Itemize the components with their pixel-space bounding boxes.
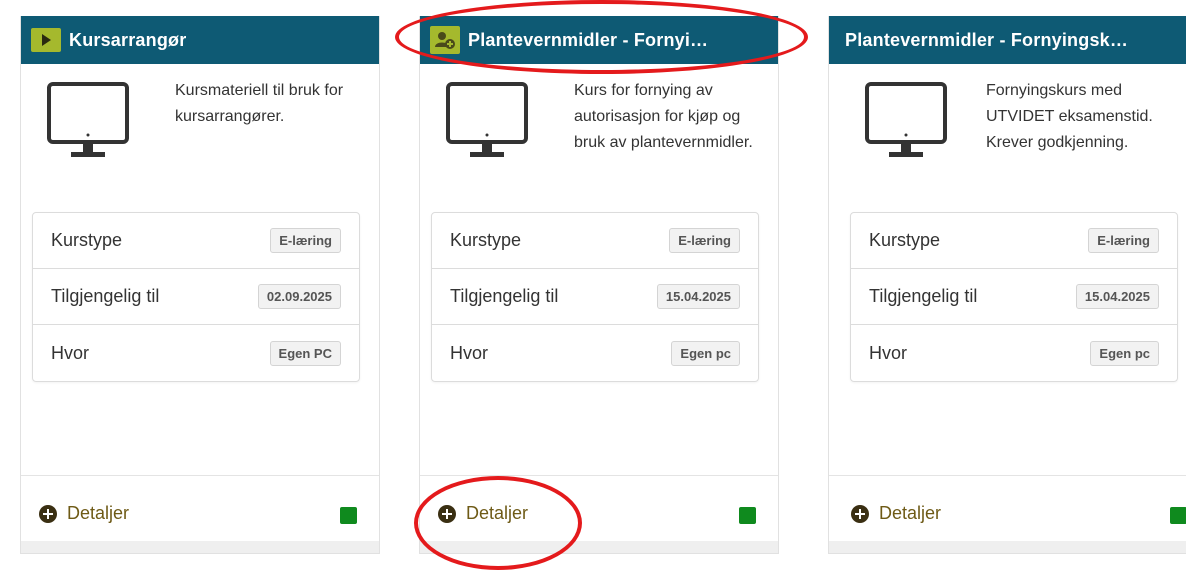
plus-circle-icon (851, 504, 869, 523)
info-label: Tilgjengelig til (450, 286, 559, 306)
info-label: Hvor (51, 342, 90, 363)
card-description: Kursmateriell til bruk for kursarrangøre… (175, 82, 344, 125)
details-label[interactable]: Detaljer (879, 503, 941, 524)
card-description: Fornyingskurs med UTVIDET eksamenstid. K… (986, 82, 1153, 151)
details-label[interactable]: Detaljer (466, 503, 528, 524)
course-card-3: Plantevernmidler - Fornyingsk… Fornyings… (828, 16, 1186, 554)
card-divider (420, 475, 778, 476)
info-badge: E-læring (1088, 228, 1159, 253)
info-panel: Kurstype E-læring Tilgjengelig til 15.04… (850, 212, 1178, 382)
info-row-tilgjengelig: Tilgjengelig til 02.09.2025 (33, 269, 359, 325)
info-row-hvor: Hvor Egen pc (432, 325, 758, 381)
info-badge: 15.04.2025 (1075, 284, 1159, 309)
info-badge: 02.09.2025 (257, 284, 341, 309)
details-link[interactable]: Detaljer (39, 503, 129, 524)
info-row-tilgjengelig: Tilgjengelig til 15.04.2025 (432, 269, 758, 325)
info-badge: E-læring (669, 228, 740, 253)
info-row-kurstype: Kurstype E-læring (432, 213, 758, 269)
card-bottom-bar (420, 541, 778, 553)
card-header[interactable]: Plantevernmidler - Fornyi… (420, 16, 778, 64)
play-badge-icon (31, 28, 61, 52)
card-header[interactable]: Kursarrangør (21, 16, 379, 64)
info-badge: Egen PC (269, 340, 341, 366)
status-indicator (1170, 507, 1186, 524)
info-row-kurstype: Kurstype E-læring (851, 213, 1177, 269)
card-header[interactable]: Plantevernmidler - Fornyingsk… (829, 16, 1186, 64)
card-bottom-bar (21, 541, 379, 553)
info-row-tilgjengelig: Tilgjengelig til 15.04.2025 (851, 269, 1177, 325)
monitor-icon (865, 82, 947, 157)
info-label: Kurstype (450, 230, 522, 250)
details-link[interactable]: Detaljer (438, 503, 528, 524)
info-label: Kurstype (51, 230, 123, 250)
card-description: Kurs for fornying av autorisasjon for kj… (574, 82, 753, 151)
card-title[interactable]: Kursarrangør (69, 30, 186, 51)
status-indicator (739, 507, 756, 524)
info-row-hvor: Hvor Egen pc (851, 325, 1177, 381)
monitor-icon (446, 82, 528, 157)
info-badge: 15.04.2025 (656, 284, 740, 309)
plus-circle-icon (438, 504, 456, 523)
card-divider (21, 475, 379, 476)
info-badge: Egen pc (671, 340, 740, 366)
info-label: Tilgjengelig til (51, 286, 160, 306)
card-title[interactable]: Plantevernmidler - Fornyi… (468, 30, 708, 51)
info-label: Hvor (869, 342, 908, 363)
details-label[interactable]: Detaljer (67, 503, 129, 524)
card-divider (829, 475, 1186, 476)
info-panel: Kurstype E-læring Tilgjengelig til 15.04… (431, 212, 759, 382)
info-label: Hvor (450, 342, 489, 363)
top-strip (0, 0, 1186, 14)
info-badge: E-læring (270, 228, 341, 253)
plus-circle-icon (39, 504, 57, 523)
status-indicator (340, 507, 357, 524)
info-label: Tilgjengelig til (869, 286, 978, 306)
card-bottom-bar (829, 541, 1186, 553)
info-row-kurstype: Kurstype E-læring (33, 213, 359, 269)
card-title[interactable]: Plantevernmidler - Fornyingsk… (845, 30, 1128, 51)
details-link[interactable]: Detaljer (851, 503, 941, 524)
user-add-badge-icon (430, 26, 460, 54)
info-panel: Kurstype E-læring Tilgjengelig til 02.09… (32, 212, 360, 382)
info-label: Kurstype (869, 230, 941, 250)
course-card-1: Kursarrangør Kursmateriell til bruk for … (20, 16, 380, 554)
info-row-hvor: Hvor Egen PC (33, 325, 359, 381)
monitor-icon (47, 82, 129, 157)
info-badge: Egen pc (1090, 340, 1159, 366)
course-card-2: Plantevernmidler - Fornyi… Kurs for forn… (419, 16, 779, 554)
